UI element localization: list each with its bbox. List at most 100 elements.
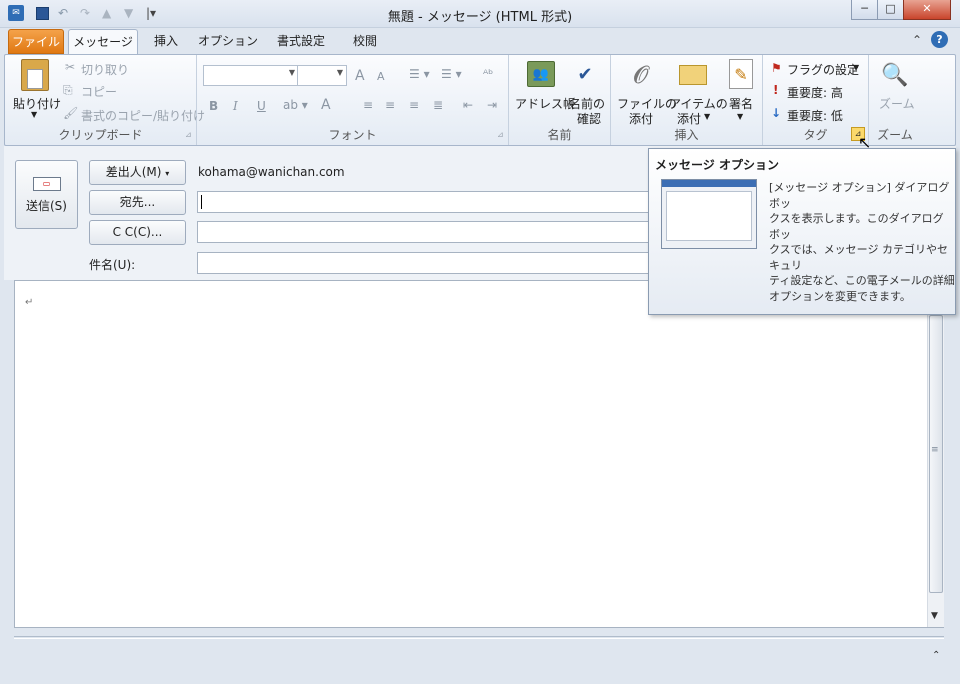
cc-button[interactable]: C C(C)... [89,220,186,245]
clear-format-icon[interactable]: ᴬᵇ [483,67,493,81]
check-names-icon: ✔ [577,63,593,85]
align-left-icon[interactable]: ≡ [363,98,373,112]
low-importance-icon: ↓ [771,106,782,120]
message-body[interactable]: ↵ [14,280,944,628]
clipboard-launcher-icon[interactable]: ⊿ [185,130,192,139]
font-size-combo[interactable]: ▼ [297,65,347,86]
tab-message[interactable]: メッセージ [68,29,138,55]
expand-people-pane-icon[interactable]: ⌃ [932,650,940,661]
signature-icon: ✎ [729,59,753,89]
tooltip-description: [メッセージ オプション] ダイアログ ボッ クスを表示します。このダイアログ … [769,180,955,304]
body-scrollbar[interactable]: ≡ ▼ [927,300,944,627]
align-center-icon[interactable]: ≡ [385,98,395,112]
clipboard-group: 貼り付け ▼ ✂ 切り取り ⎘ コピー 🖌 書式のコピー/貼り付け クリップボー… [5,55,205,145]
names-label: 名前 [547,128,572,142]
scroll-grip-icon: ≡ [931,445,939,455]
copy-button[interactable]: コピー [81,83,117,100]
scroll-down-icon[interactable]: ▼ [931,611,938,621]
window-title: 無題 - メッセージ (HTML 形式) [387,10,573,25]
to-button[interactable]: 宛先... [89,190,186,215]
ribbon-tabs: ファイル メッセージ 挿入 オプション 書式設定 校閲 ⌃ ? [0,28,960,55]
paste-icon [21,59,49,91]
tooltip-line-1: [メッセージ オプション] ダイアログ ボッ [769,181,950,210]
font-launcher-icon[interactable]: ⊿ [497,130,504,139]
tab-insert[interactable]: 挿入 [145,29,187,54]
attach-file-button-line2[interactable]: 添付 [629,110,653,127]
increase-indent-icon[interactable]: ⇥ [487,98,497,112]
justify-icon[interactable]: ≣ [433,98,443,112]
to-field[interactable] [197,191,657,213]
cut-icon: ✂ [65,60,76,74]
tooltip-line-4: ティ設定など、この電子メールの詳細 [769,274,955,287]
tooltip-line-2: クスを表示します。このダイアログ ボッ [769,212,944,241]
from-value: kohama@wanichan.com [198,165,345,179]
include-group: 𝓞 ファイルの 添付 アイテムの 添付 ▼ ✎ 署名 ▼ 挿入 [611,55,763,145]
font-color-icon[interactable]: A [321,97,331,113]
tags-group: ⚑ フラグの設定 ▼ ! 重要度: 高 ↓ 重要度: 低 タグ ⊿ [763,55,869,145]
paragraph-mark: ↵ [25,297,34,308]
tab-format-text[interactable]: 書式設定 [270,29,332,54]
tab-file[interactable]: ファイル [8,29,64,54]
format-painter-button[interactable]: 書式のコピー/貼り付け [81,107,205,124]
send-button[interactable]: ▭ 送信(S) [15,160,78,229]
grow-font-icon[interactable]: A [355,68,365,84]
cut-button[interactable]: 切り取り [81,61,129,78]
follow-up-button[interactable]: フラグの設定 [787,61,859,78]
paste-dropdown-icon[interactable]: ▼ [31,110,37,119]
clipboard-label: クリップボード [58,128,143,142]
tab-review[interactable]: 校閲 [344,29,386,54]
zoom-icon: 🔍 [881,62,909,88]
font-group: ▼ ▼ A A ☰ ▾ ☰ ▾ ᴬᵇ B I U ab ▾ A ≡ ≡ ≡ ≣ … [197,55,509,145]
italic-button[interactable]: I [233,99,238,113]
check-names-button-line2[interactable]: 確認 [577,110,601,127]
signature-dropdown-icon[interactable]: ▼ [737,112,743,121]
attach-item-dropdown-icon[interactable]: ▼ [704,112,710,121]
attach-item-button-line2[interactable]: 添付 [677,110,701,127]
ribbon: 貼り付け ▼ ✂ 切り取り ⎘ コピー 🖌 書式のコピー/貼り付け クリップボー… [4,54,956,146]
align-right-icon[interactable]: ≡ [409,98,419,112]
collapse-ribbon-icon[interactable]: ⌃ [912,33,922,47]
paperclip-icon: 𝓞 [633,61,649,89]
include-label: 挿入 [674,128,699,142]
decrease-indent-icon[interactable]: ⇤ [463,98,473,112]
high-importance-button[interactable]: 重要度: 高 [787,84,843,101]
from-button[interactable]: 差出人(M) ▾ [89,160,186,185]
attach-item-icon [679,65,707,85]
subject-field[interactable] [197,252,657,274]
low-importance-button[interactable]: 重要度: 低 [787,107,843,124]
cc-field[interactable] [197,221,657,243]
close-button[interactable]: ✕ [903,0,951,20]
shrink-font-icon[interactable]: A [377,70,385,83]
high-importance-icon: ! [773,83,779,97]
message-options-tooltip: メッセージ オプション [メッセージ オプション] ダイアログ ボッ クスを表示… [648,148,956,315]
follow-up-dropdown-icon[interactable]: ▼ [853,63,859,72]
maximize-button[interactable]: □ [877,0,904,20]
minimize-button[interactable]: ─ [851,0,878,20]
tooltip-line-3: クスでは、メッセージ カテゴリやセキュリ [769,243,948,272]
mouse-cursor-icon: ↖ [858,133,872,152]
highlight-icon[interactable]: ab ▾ [283,98,308,112]
bold-button[interactable]: B [209,99,218,113]
dialog-preview-image [661,179,757,249]
tooltip-line-5: オプションを変更できます。 [769,289,911,303]
numbering-icon[interactable]: ☰ ▾ [441,67,462,81]
address-book-button[interactable]: アドレス帳 [515,95,575,112]
font-name-combo[interactable]: ▼ [203,65,299,86]
subject-label: 件名(U): [89,258,136,272]
flag-icon: ⚑ [771,61,782,75]
zoom-label: ズーム [877,128,913,142]
bullets-icon[interactable]: ☰ ▾ [409,67,430,81]
send-label: 送信(S) [26,199,67,213]
status-area: ⌃ [0,628,960,684]
zoom-button[interactable]: ズーム [879,95,915,112]
tab-options[interactable]: オプション [197,29,259,54]
underline-button[interactable]: U [257,99,266,113]
zoom-group: 🔍 ズーム ズーム [869,55,921,145]
help-icon[interactable]: ? [931,31,948,48]
names-group: 👥 アドレス帳 ✔ 名前の 確認 名前 [509,55,611,145]
divider [14,636,944,639]
copy-icon: ⎘ [63,83,73,97]
address-book-icon: 👥 [527,61,555,87]
signature-button[interactable]: 署名 [729,95,753,112]
tooltip-title: メッセージ オプション [655,158,779,172]
